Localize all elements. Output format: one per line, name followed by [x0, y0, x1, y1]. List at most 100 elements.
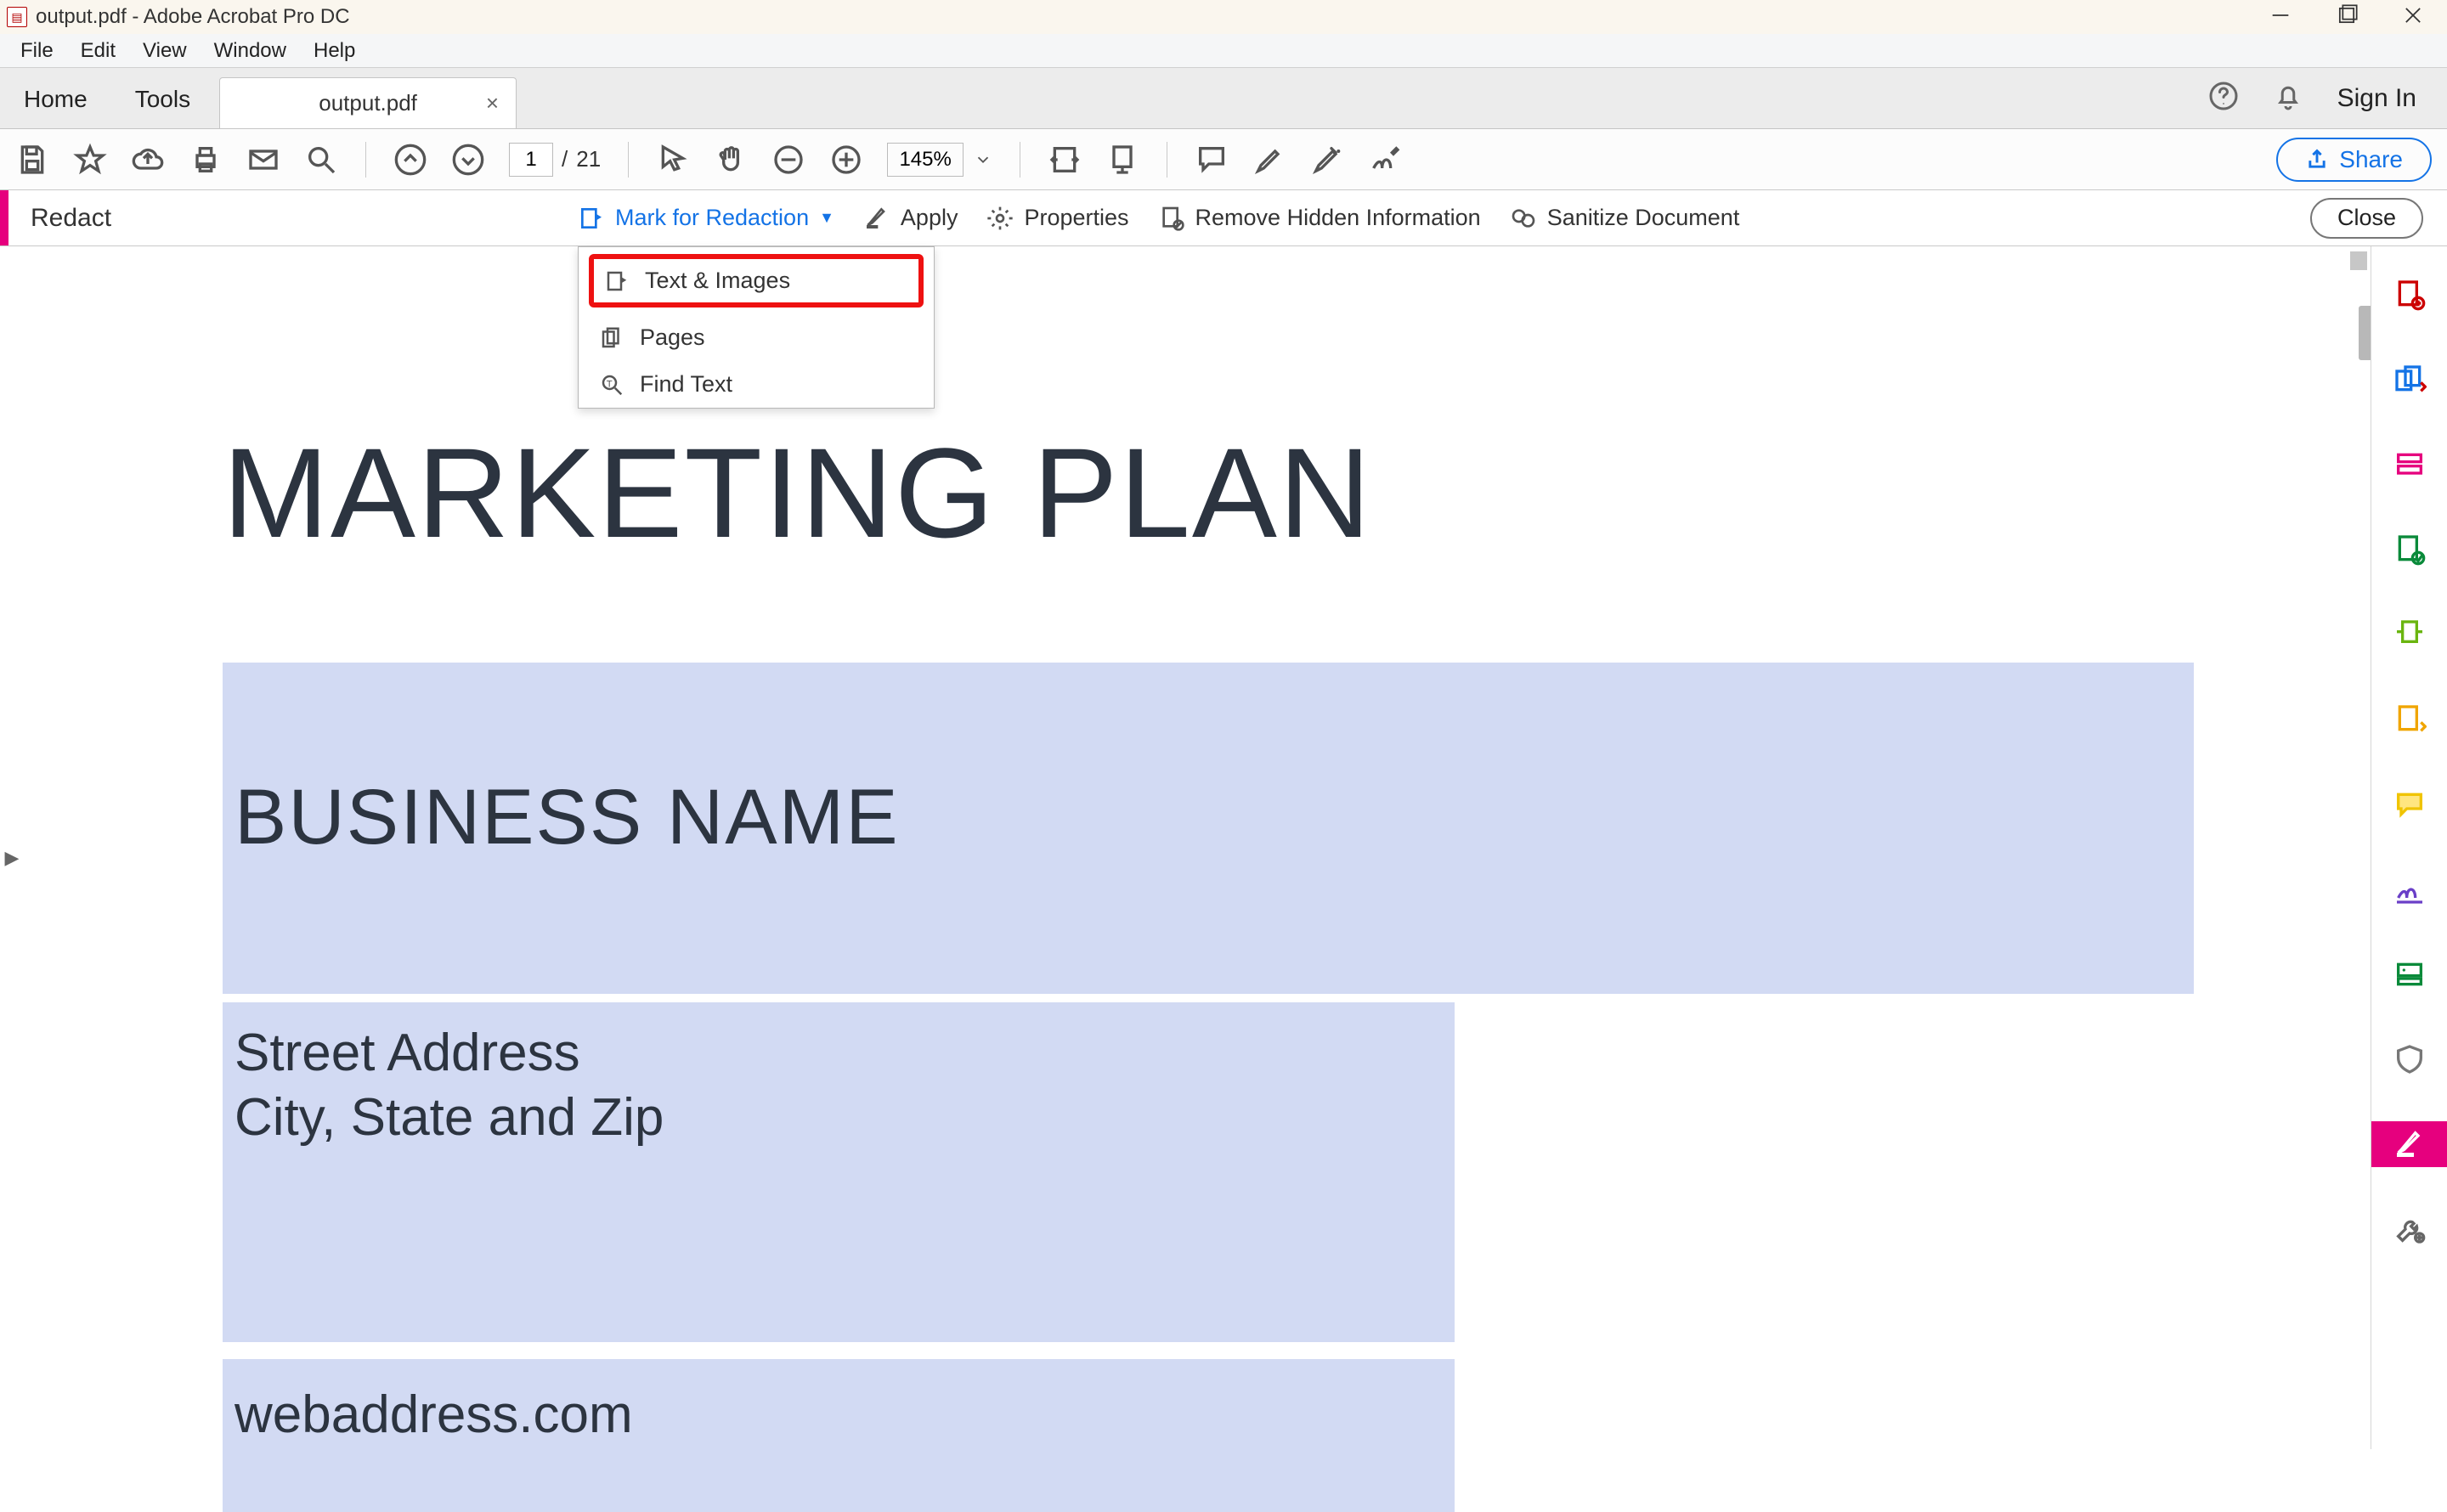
dropdown-pages[interactable]: Pages: [579, 314, 934, 361]
rail-prepare-form[interactable]: [2371, 951, 2447, 997]
mark-redaction-icon: [578, 205, 605, 232]
sign-in-button[interactable]: Sign In: [2337, 84, 2416, 113]
share-icon: [2305, 148, 2329, 172]
text-images-icon: [604, 268, 630, 294]
rail-protect[interactable]: [2371, 1036, 2447, 1082]
tab-close-button[interactable]: ×: [486, 90, 499, 116]
mark-redaction-dropdown: Text & Images Pages T Find Text: [578, 246, 935, 409]
fit-width-icon[interactable]: [1048, 143, 1082, 177]
menu-help[interactable]: Help: [302, 36, 367, 66]
rail-comment[interactable]: [2371, 781, 2447, 827]
window-titlebar: ▤ output.pdf - Adobe Acrobat Pro DC: [0, 0, 2447, 34]
star-icon[interactable]: [73, 143, 107, 177]
gear-icon: [986, 205, 1014, 232]
dd-find-label: Find Text: [640, 371, 732, 398]
menu-bar: File Edit View Window Help: [0, 34, 2447, 68]
mail-icon[interactable]: [246, 143, 280, 177]
rail-more-tools[interactable]: [2371, 1206, 2447, 1252]
find-text-icon: T: [599, 372, 624, 398]
mark-redaction-label: Mark for Redaction: [615, 205, 809, 231]
right-tool-rail: [2371, 246, 2447, 1449]
menu-edit[interactable]: Edit: [69, 36, 127, 66]
apply-label: Apply: [901, 205, 958, 231]
signature-icon[interactable]: [1368, 143, 1402, 177]
window-maximize-button[interactable]: [2335, 3, 2359, 31]
redact-accent: [0, 190, 8, 245]
save-icon[interactable]: [15, 143, 49, 177]
vertical-scrollbar[interactable]: [2350, 251, 2367, 270]
toolbar-separator: [628, 142, 629, 178]
sanitize-label: Sanitize Document: [1547, 205, 1740, 231]
tab-strip: Home Tools output.pdf × Sign In: [0, 68, 2447, 129]
hand-icon[interactable]: [714, 143, 748, 177]
remove-hidden-button[interactable]: Remove Hidden Information: [1158, 205, 1481, 232]
page-up-icon[interactable]: [393, 143, 427, 177]
address-line2: City, State and Zip: [235, 1087, 664, 1148]
share-button[interactable]: Share: [2276, 138, 2432, 182]
rail-organize-pages[interactable]: [2371, 612, 2447, 657]
rail-redact[interactable]: [2371, 1121, 2447, 1167]
tab-document-label: output.pdf: [319, 90, 417, 116]
share-label: Share: [2339, 146, 2403, 173]
properties-label: Properties: [1024, 205, 1128, 231]
zoom-value[interactable]: 145%: [887, 143, 964, 177]
left-panel-expander[interactable]: ▶: [3, 841, 20, 875]
search-icon[interactable]: [304, 143, 338, 177]
remove-hidden-label: Remove Hidden Information: [1195, 205, 1481, 231]
document-viewport[interactable]: ▶ MARKETING PLAN BUSINESS NAME Street Ad…: [0, 246, 2371, 1449]
menu-view[interactable]: View: [131, 36, 199, 66]
zoom-dropdown-icon[interactable]: [974, 150, 992, 169]
highlight-icon[interactable]: [1252, 143, 1286, 177]
dropdown-text-images[interactable]: Text & Images: [594, 259, 918, 302]
menu-window[interactable]: Window: [202, 36, 298, 66]
doc-heading: MARKETING PLAN: [223, 420, 1372, 567]
dd-text-images-label: Text & Images: [645, 268, 790, 294]
bell-icon[interactable]: [2273, 81, 2303, 116]
tab-home[interactable]: Home: [0, 71, 111, 128]
print-icon[interactable]: [189, 143, 223, 177]
fit-page-icon[interactable]: [1105, 143, 1139, 177]
rail-fill-sign[interactable]: [2371, 866, 2447, 912]
rail-edit-pdf[interactable]: [2371, 442, 2447, 488]
apply-redaction-button[interactable]: Apply: [863, 205, 958, 232]
cloud-upload-icon[interactable]: [131, 143, 165, 177]
annotation-highlight: Text & Images: [589, 254, 924, 307]
rail-combine-files[interactable]: [2371, 357, 2447, 403]
page-down-icon[interactable]: [451, 143, 485, 177]
rail-send-comments[interactable]: [2371, 697, 2447, 742]
sanitize-document-button[interactable]: Sanitize Document: [1510, 205, 1740, 232]
pointer-icon[interactable]: [656, 143, 690, 177]
pages-icon: [599, 325, 624, 351]
window-minimize-button[interactable]: [2269, 3, 2292, 31]
redact-title: Redact: [31, 204, 111, 233]
right-panel-collapse-handle[interactable]: [2359, 306, 2371, 360]
help-icon[interactable]: [2208, 81, 2239, 116]
business-name-text: BUSINESS NAME: [235, 773, 900, 862]
pdf-file-icon: ▤: [7, 7, 27, 27]
tab-tools[interactable]: Tools: [111, 71, 214, 128]
apply-icon: [863, 205, 890, 232]
zoom-out-icon[interactable]: [771, 143, 805, 177]
rail-create-pdf[interactable]: [2371, 272, 2447, 318]
menu-file[interactable]: File: [8, 36, 65, 66]
redaction-properties-button[interactable]: Properties: [986, 205, 1128, 232]
redact-close-button[interactable]: Close: [2310, 198, 2423, 239]
web-text: webaddress.com: [235, 1385, 633, 1445]
freehand-highlight-icon[interactable]: [1310, 143, 1344, 177]
page-number-box: / 21: [509, 143, 601, 177]
page-total: 21: [576, 146, 601, 172]
tab-document[interactable]: output.pdf ×: [219, 77, 517, 128]
web-box: webaddress.com: [223, 1359, 1455, 1512]
dropdown-find-text[interactable]: T Find Text: [579, 361, 934, 408]
comment-icon[interactable]: [1195, 143, 1229, 177]
window-close-button[interactable]: [2401, 3, 2425, 31]
address-box: Street Address City, State and Zip: [223, 1002, 1455, 1342]
pdf-page: MARKETING PLAN BUSINESS NAME Street Addr…: [25, 284, 2350, 1449]
rail-export-pdf[interactable]: [2371, 527, 2447, 573]
remove-hidden-icon: [1158, 205, 1185, 232]
sanitize-icon: [1510, 205, 1537, 232]
mark-for-redaction-button[interactable]: Mark for Redaction ▼: [578, 205, 834, 232]
page-current-input[interactable]: [509, 143, 553, 177]
address-line1: Street Address: [235, 1023, 580, 1083]
zoom-in-icon[interactable]: [829, 143, 863, 177]
